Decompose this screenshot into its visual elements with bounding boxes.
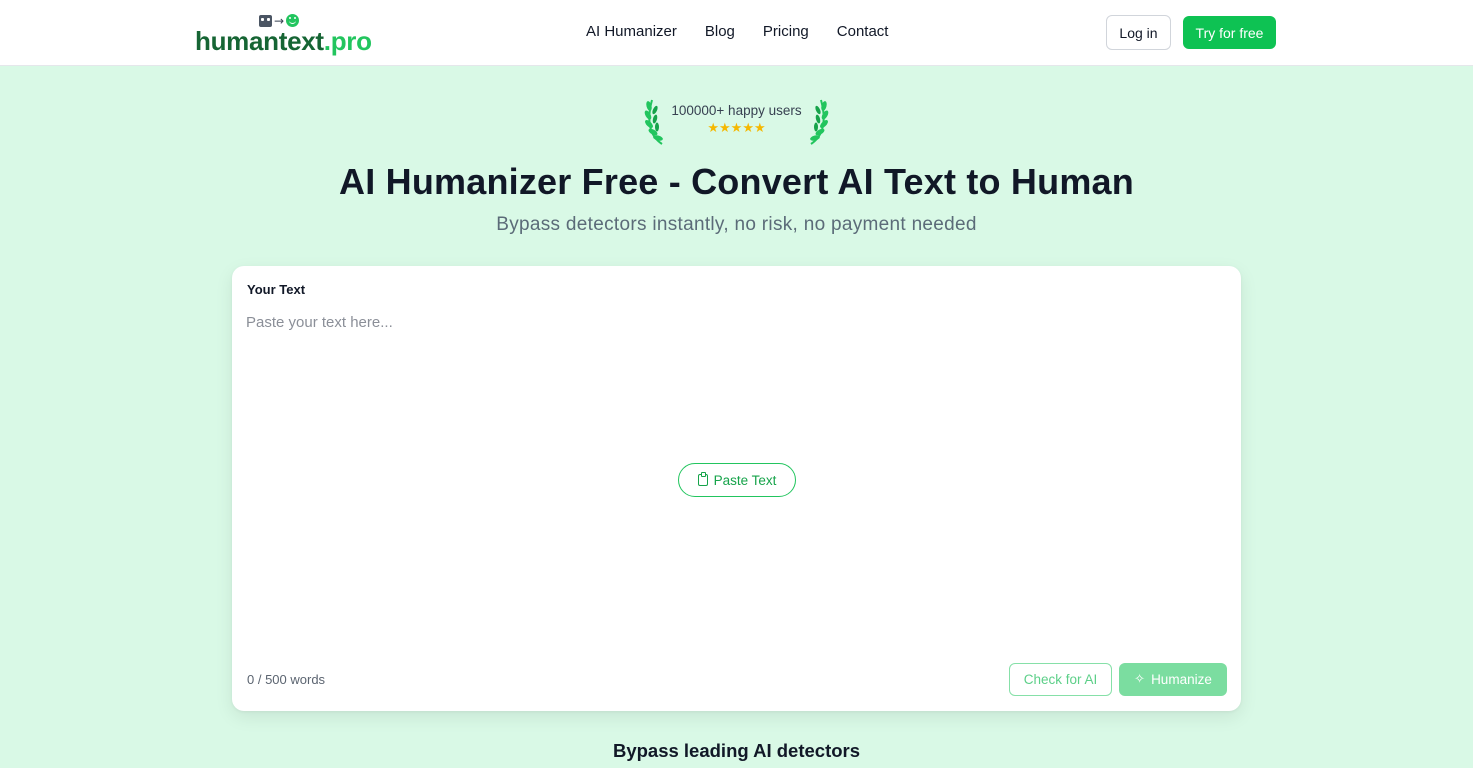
check-for-ai-button[interactable]: Check for AI [1009,663,1112,696]
nav-ai-humanizer[interactable]: AI Humanizer [586,22,677,42]
page-subtitle: Bypass detectors instantly, no risk, no … [496,214,977,235]
robot-icon [259,14,272,27]
paste-text-label: Paste Text [713,472,777,488]
paste-text-button[interactable]: Paste Text [678,463,796,497]
logo-text-human: human [195,26,279,56]
nav-pricing[interactable]: Pricing [763,22,809,42]
humanize-button[interactable]: ✧ Humanize [1119,663,1227,696]
logo-text-pro: .pro [323,26,372,56]
arrow-right-icon: → [274,13,285,28]
site-header: → humantext.pro AI Humanizer Blog Pricin… [0,0,1473,66]
humanizer-card: Your Text Paste Text 0 / 500 words Check… [232,266,1241,711]
happy-users-badge: 100000+ happy users ★★★★★ [644,96,829,146]
nav-contact[interactable]: Contact [837,22,889,42]
logo-text: humantext.pro [195,27,372,55]
login-button[interactable]: Log in [1106,15,1171,50]
laurel-right-icon [810,99,829,145]
sparkle-icon: ✧ [1134,672,1146,687]
humanize-label: Humanize [1151,672,1212,687]
page-title: AI Humanizer Free - Convert AI Text to H… [339,161,1134,202]
nav-blog[interactable]: Blog [705,22,735,42]
rating-stars-icon: ★★★★★ [707,121,766,136]
word-count: 0 / 500 words [247,672,326,687]
logo-text-text: text [278,26,324,56]
clipboard-icon [697,472,708,486]
section-title: Bypass leading AI detectors [612,740,861,761]
main-nav: AI Humanizer Blog Pricing Contact [586,22,888,42]
your-text-label: Your Text [247,282,306,297]
logo[interactable]: → humantext.pro [195,12,375,56]
happy-users-text: 100000+ happy users [671,103,802,118]
try-for-free-button[interactable]: Try for free [1183,16,1276,49]
